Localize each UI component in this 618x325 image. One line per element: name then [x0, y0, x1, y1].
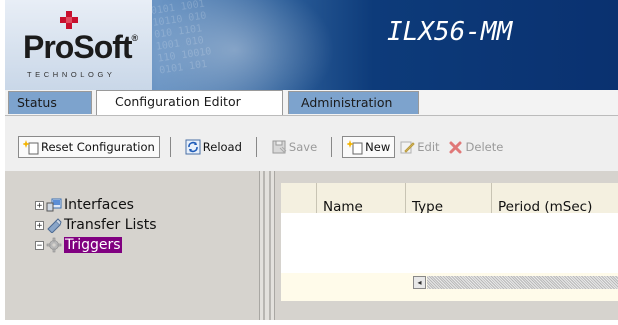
interfaces-icon [46, 198, 62, 212]
logo-wordmark: ProSoft [23, 29, 133, 65]
tree-item-interfaces[interactable]: + Interfaces [35, 195, 157, 215]
column-header-period[interactable]: Period (mSec) [492, 183, 618, 215]
table-header: Name Type Period (mSec) [281, 183, 618, 215]
registered-mark: ® [131, 33, 139, 43]
tree-item-triggers[interactable]: − Triggers [35, 235, 157, 255]
main-area: + Interfaces + Transfer Lists − Triggers… [5, 171, 618, 320]
triggers-gear-icon [46, 237, 62, 253]
delete-label: Delete [465, 140, 504, 154]
logo-subtext: TECHNOLOGY [27, 70, 116, 79]
triggers-list-pane: Name Type Period (mSec) ◂ [281, 183, 618, 301]
column-header-name[interactable]: Name [317, 183, 406, 215]
save-button[interactable]: Save [267, 136, 321, 158]
tree-item-label: Transfer Lists [64, 217, 157, 233]
tab-configuration-editor[interactable]: Configuration Editor [96, 90, 283, 115]
tab-admin-label: Administration [301, 95, 393, 110]
column-header-select[interactable] [281, 183, 317, 213]
tree-pane: + Interfaces + Transfer Lists − Triggers [5, 171, 259, 313]
new-button[interactable]: New [342, 136, 396, 158]
save-icon [272, 140, 287, 154]
edit-pencil-icon [400, 141, 415, 154]
tree-item-label: Interfaces [64, 197, 134, 213]
column-header-type[interactable]: Type [406, 183, 492, 215]
toolbar-separator [331, 137, 333, 157]
reload-label: Reload [202, 140, 242, 154]
product-title: ILX56-MM [387, 17, 513, 47]
app-window: 0101 1001 10110 010 010 1101 1001 010 11… [5, 0, 618, 320]
toolbar-separator [255, 137, 257, 157]
save-label: Save [288, 140, 318, 154]
toolbar: Reset Configuration Reload Save New Edit… [5, 115, 618, 172]
table-body [281, 213, 618, 273]
edit-button[interactable]: Edit [395, 136, 443, 158]
collapse-toggle[interactable]: − [35, 240, 44, 250]
banner-binary-decoration: 0101 1001 10110 010 010 1101 1001 010 11… [150, 0, 213, 77]
transfer-lists-icon [47, 218, 62, 233]
expand-toggle[interactable]: + [35, 200, 44, 210]
tab-administration[interactable]: Administration [288, 91, 419, 114]
reload-icon [185, 139, 201, 155]
new-document-sparkle-icon [23, 140, 39, 155]
horizontal-scrollbar[interactable]: ◂ [281, 273, 618, 291]
toolbar-row: Reset Configuration Reload Save New Edit… [18, 136, 507, 158]
new-label: New [365, 140, 391, 154]
tab-status[interactable]: Status [8, 91, 92, 114]
new-document-sparkle-icon [347, 140, 363, 155]
tab-bar: Status Configuration Editor Administrati… [5, 90, 618, 115]
header-banner: 0101 1001 10110 010 010 1101 1001 010 11… [5, 0, 618, 90]
expand-toggle[interactable]: + [35, 220, 44, 230]
prosoft-logo: ProSoft® [23, 29, 139, 66]
edit-label: Edit [417, 140, 440, 154]
tree-item-transfer-lists[interactable]: + Transfer Lists [35, 215, 157, 235]
scroll-left-arrow-icon[interactable]: ◂ [413, 276, 426, 289]
delete-button[interactable]: Delete [444, 136, 508, 158]
tab-status-label: Status [17, 95, 57, 110]
reload-button[interactable]: Reload [181, 136, 246, 158]
toolbar-separator [169, 137, 171, 157]
logo-area: ProSoft® TECHNOLOGY [5, 0, 152, 90]
scroll-track[interactable] [427, 276, 618, 289]
config-tree: + Interfaces + Transfer Lists − Triggers [35, 195, 157, 255]
tree-item-label-selected: Triggers [64, 237, 122, 253]
reset-configuration-label: Reset Configuration [41, 140, 155, 154]
reset-configuration-button[interactable]: Reset Configuration [18, 136, 160, 158]
pane-splitter[interactable] [259, 171, 275, 320]
delete-x-icon [449, 141, 462, 154]
tab-config-label: Configuration Editor [115, 94, 241, 109]
